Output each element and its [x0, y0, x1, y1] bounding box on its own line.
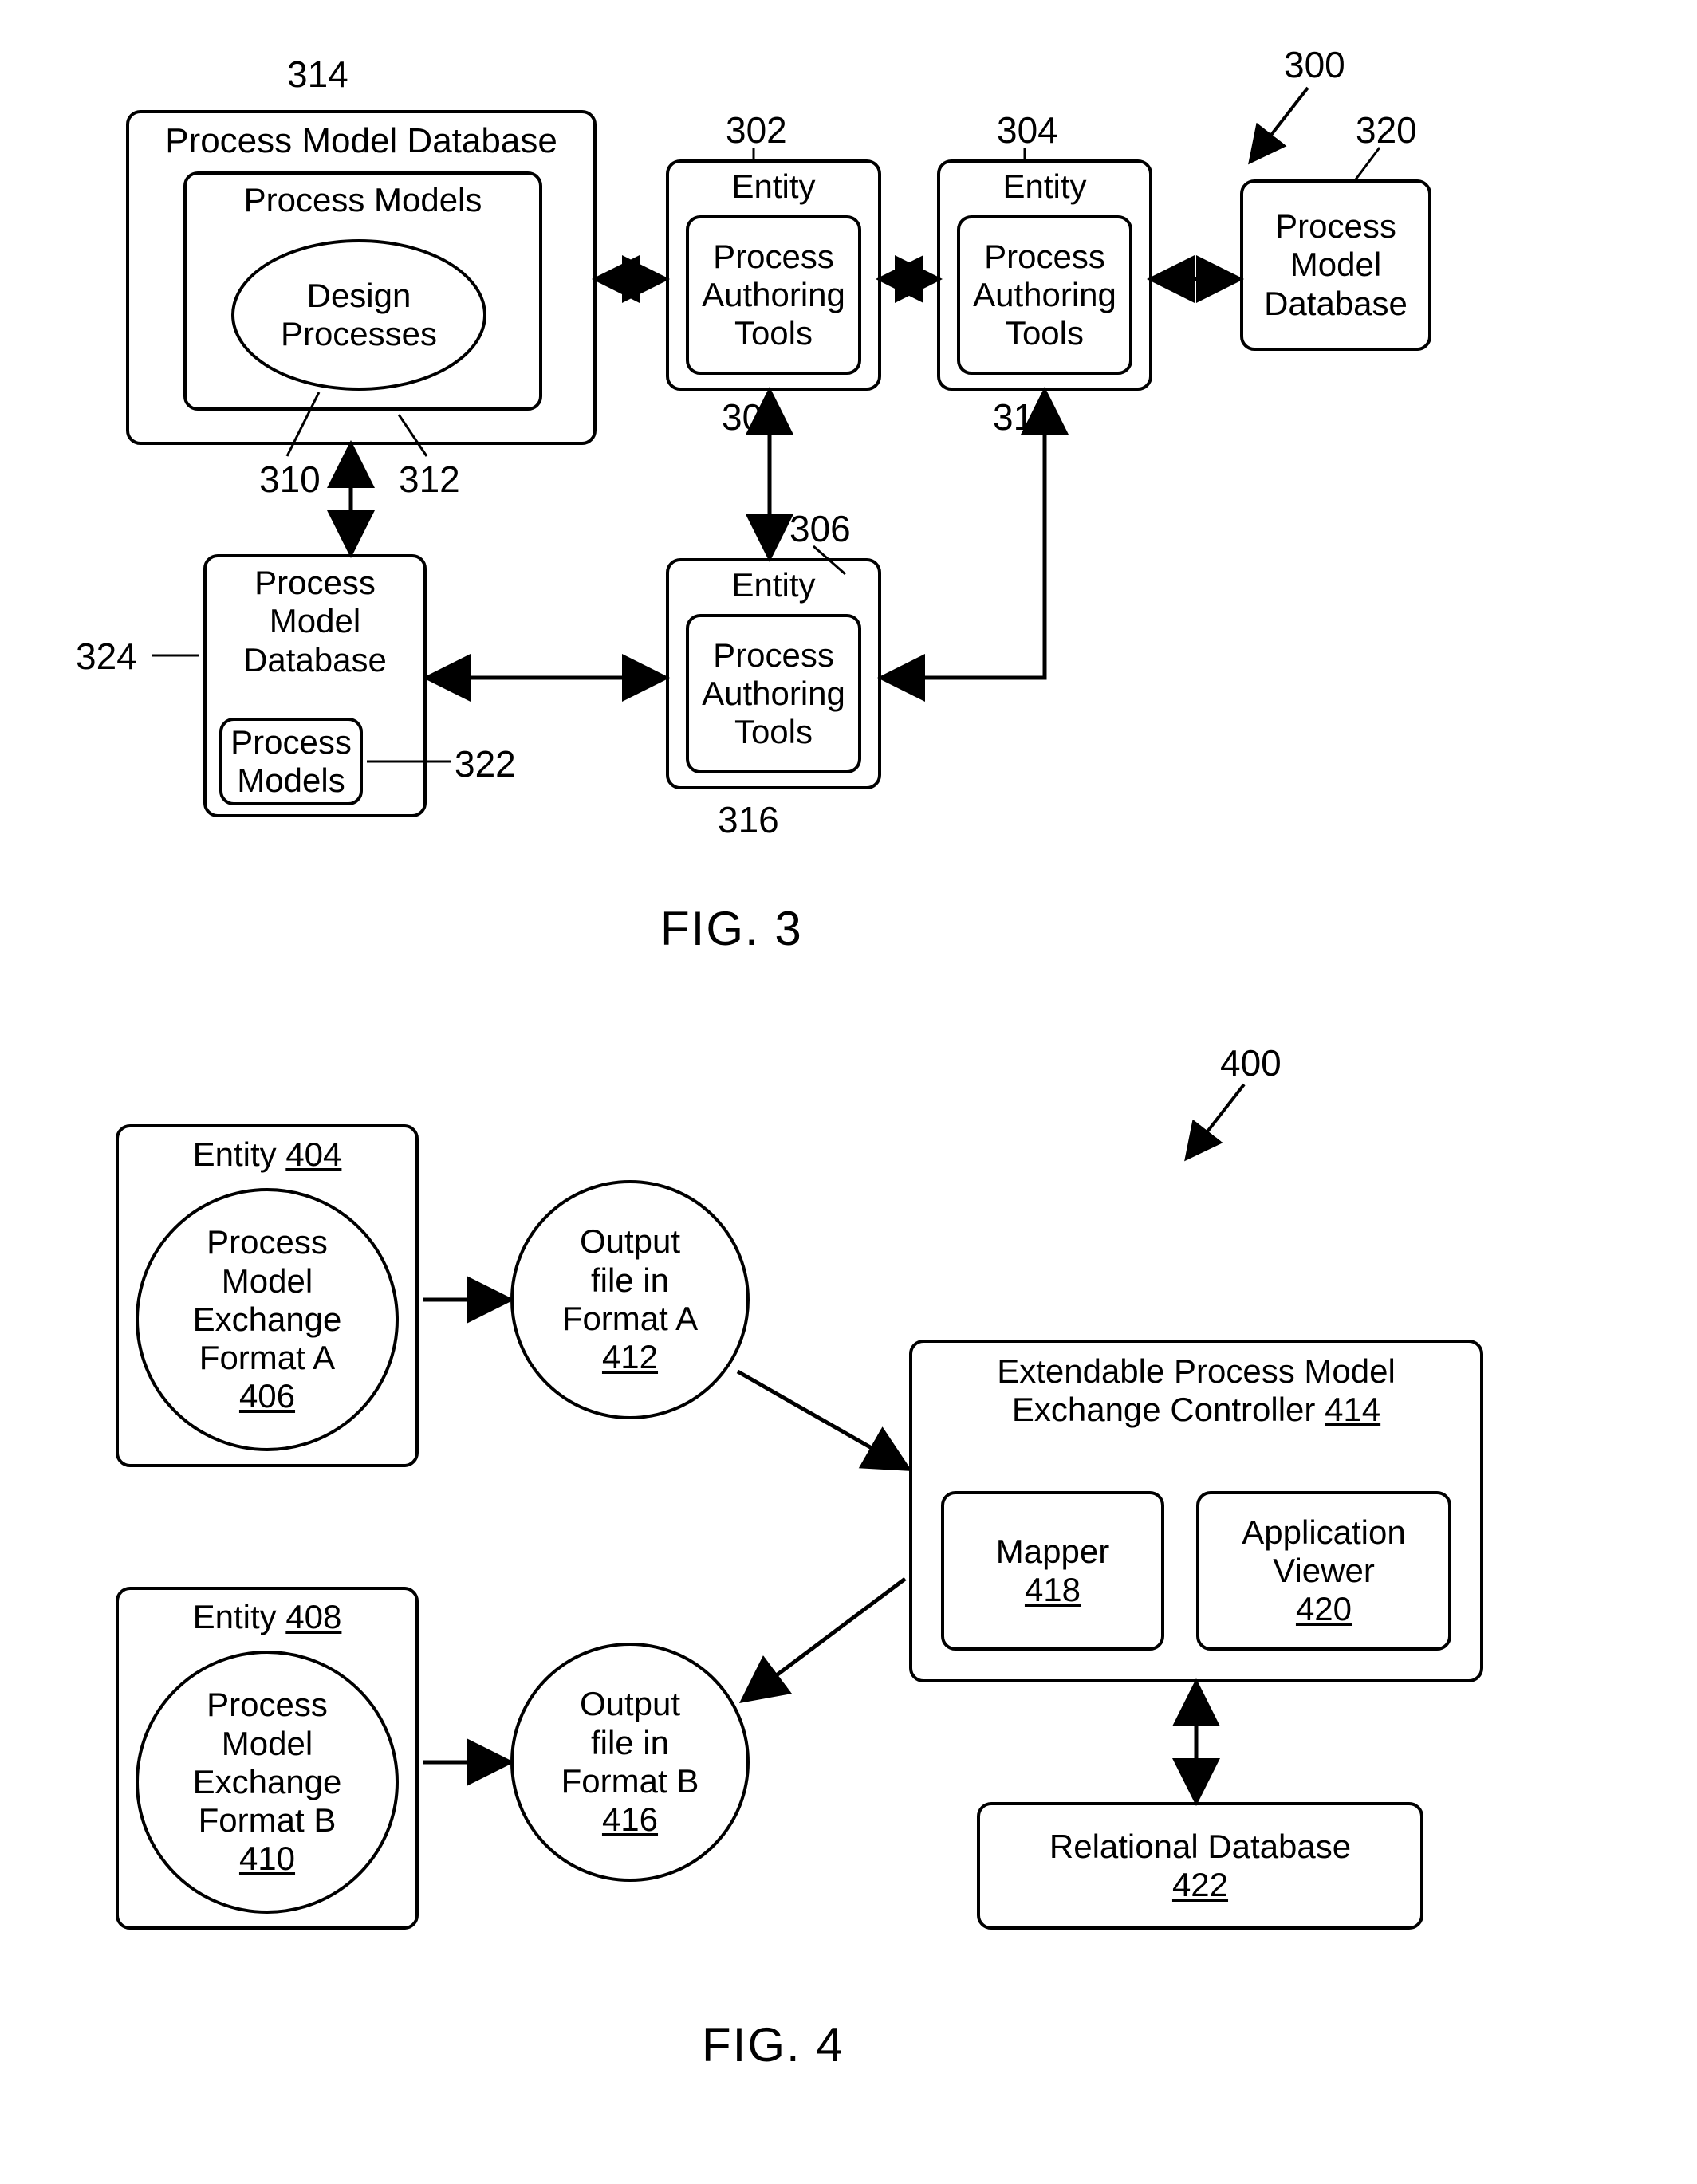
ref-314: 314: [287, 56, 348, 92]
ref-410: 410: [239, 1840, 295, 1878]
fig3-caption: FIG. 3: [660, 901, 803, 956]
app-viewer-text: Application Viewer: [1242, 1513, 1405, 1591]
pm-322-text: Process Models: [230, 723, 352, 801]
entity-408-title: Entity 408: [193, 1598, 342, 1636]
ref-312: 312: [399, 461, 460, 498]
pat-308-text: Process Authoring Tools: [702, 238, 845, 353]
ref-406: 406: [239, 1377, 295, 1415]
ref-304: 304: [997, 112, 1058, 148]
out-b-text: Output file in Format B: [561, 1685, 699, 1800]
ref-306: 306: [789, 510, 851, 547]
ref-412: 412: [602, 1338, 658, 1376]
process-models-title: Process Models: [244, 181, 482, 219]
ref-324: 324: [76, 638, 137, 675]
design-processes-text: Design Processes: [281, 277, 437, 354]
fig4-caption: FIG. 4: [702, 2017, 845, 2072]
process-model-database-320: Process Model Database: [1240, 179, 1431, 351]
ref-302: 302: [726, 112, 787, 148]
ref-400: 400: [1220, 1045, 1282, 1081]
out-a-text: Output file in Format A: [562, 1222, 698, 1338]
pat-308: Process Authoring Tools: [686, 215, 861, 375]
reldb-text: Relational Database: [1049, 1828, 1351, 1866]
pat-318: Process Authoring Tools: [957, 215, 1132, 375]
pmef-b-text: Process Model Exchange Format B: [193, 1686, 342, 1840]
pmd-324-text: Process Model Database: [243, 564, 387, 679]
entity-404-title: Entity 404: [193, 1135, 342, 1174]
ref-420: 420: [1296, 1590, 1352, 1628]
ref-320: 320: [1356, 112, 1417, 148]
ref-418: 418: [1025, 1571, 1081, 1609]
pat-318-text: Process Authoring Tools: [973, 238, 1116, 353]
app-viewer-420: Application Viewer 420: [1196, 1491, 1451, 1651]
entity-304-title: Entity: [1002, 167, 1086, 206]
page: 300 314 Process Model Database Process M…: [0, 0, 1697, 2184]
pmef-a-406: Process Model Exchange Format A 406: [136, 1188, 399, 1451]
pmef-b-410: Process Model Exchange Format B 410: [136, 1651, 399, 1914]
ref-308: 308: [722, 399, 783, 435]
ref-318: 318: [993, 399, 1054, 435]
mapper-418: Mapper 418: [941, 1491, 1164, 1651]
pat-316-text: Process Authoring Tools: [702, 636, 845, 752]
ref-300: 300: [1284, 46, 1345, 83]
pmd-320-text: Process Model Database: [1264, 207, 1408, 323]
design-processes-310: Design Processes: [231, 239, 486, 391]
ref-322: 322: [455, 746, 516, 782]
mapper-text: Mapper: [996, 1533, 1109, 1571]
ref-316: 316: [718, 801, 779, 838]
output-b-416: Output file in Format B 416: [510, 1643, 750, 1882]
pmd-title: Process Model Database: [165, 121, 557, 162]
output-a-412: Output file in Format A 412: [510, 1180, 750, 1419]
entity-302-title: Entity: [731, 167, 815, 206]
epmec-text: Extendable Process Model Exchange Contro…: [997, 1352, 1396, 1430]
ref-310: 310: [259, 461, 321, 498]
process-models-322: Process Models: [219, 718, 363, 805]
pat-316: Process Authoring Tools: [686, 614, 861, 773]
relational-database-422: Relational Database 422: [977, 1802, 1423, 1930]
ref-416: 416: [602, 1800, 658, 1839]
entity-306-title: Entity: [731, 566, 815, 604]
pmef-a-text: Process Model Exchange Format A: [193, 1223, 342, 1377]
ref-422: 422: [1172, 1866, 1228, 1904]
